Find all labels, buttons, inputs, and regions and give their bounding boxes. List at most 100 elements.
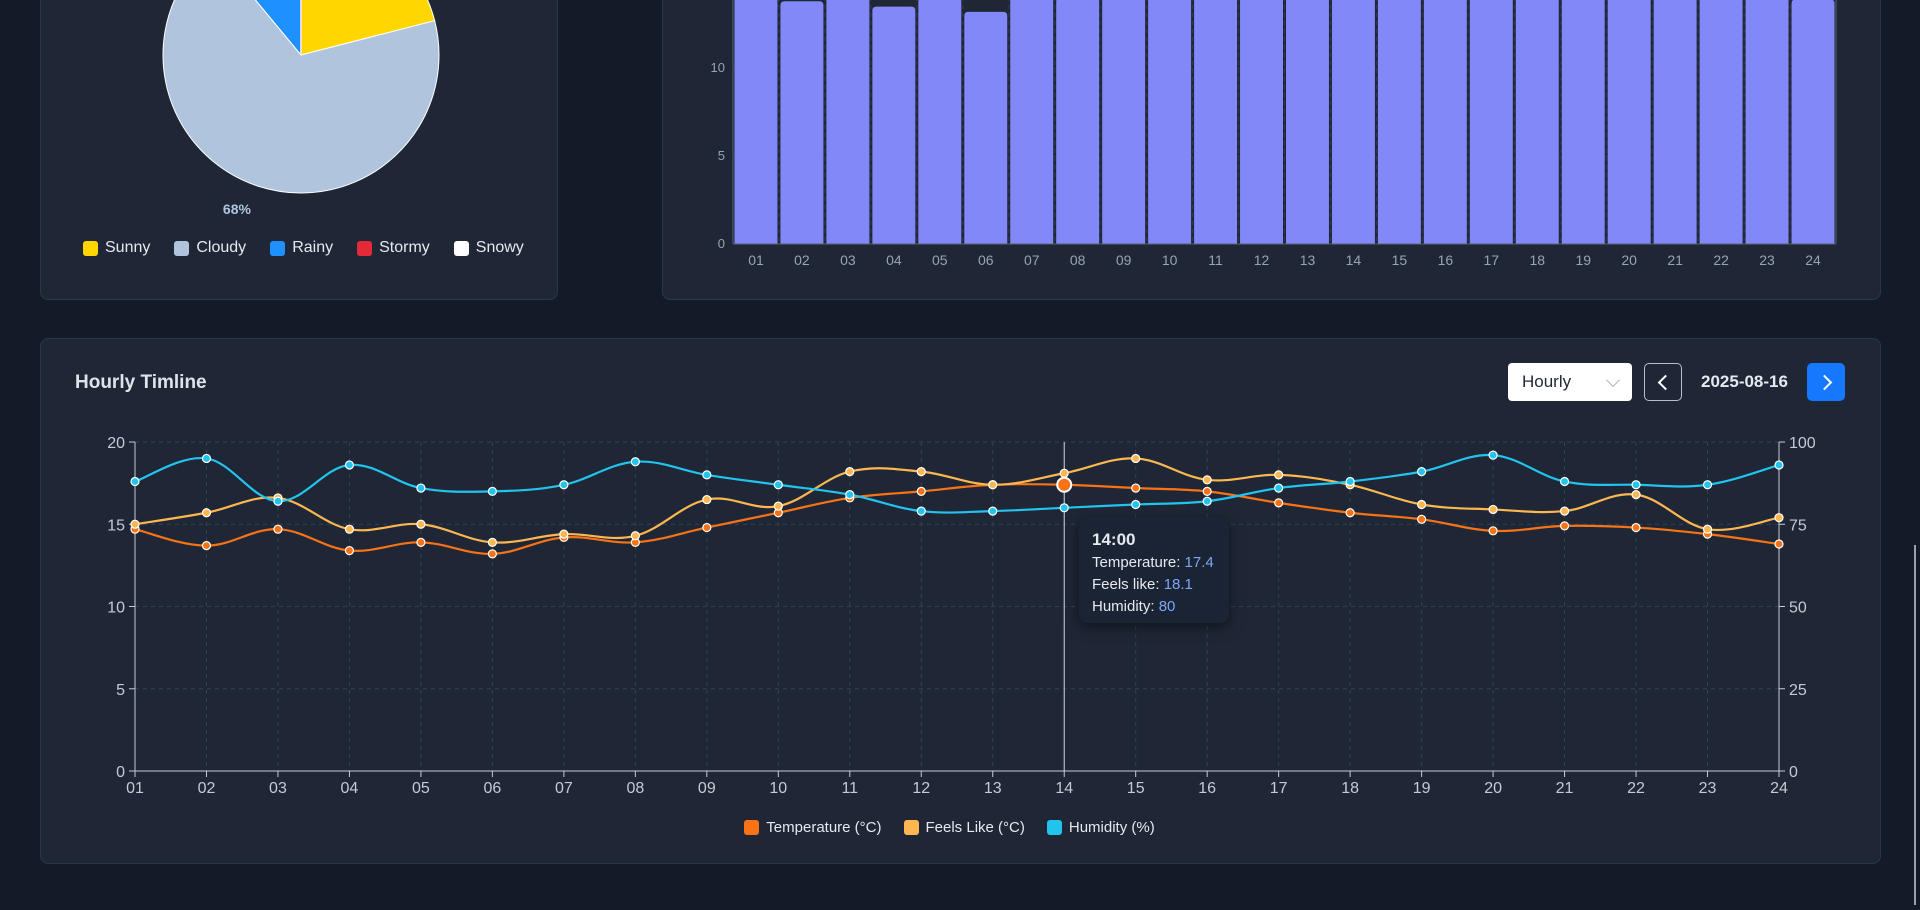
tooltip-label: Feels like: [1092, 576, 1160, 593]
bar-24 [1791, 0, 1835, 244]
series-point-feels [845, 467, 855, 477]
series-point-feels [487, 537, 497, 547]
y-right-tick: 0 [1789, 764, 1798, 781]
bar-14 [1331, 0, 1375, 244]
series-point-feels [559, 529, 569, 539]
series-point-feels [916, 467, 926, 477]
legend-item-cloudy[interactable]: Cloudy [174, 239, 246, 257]
legend-item-snowy[interactable]: Snowy [453, 239, 524, 257]
bar-13 [1286, 0, 1329, 244]
bar-x-tick: 11 [1208, 252, 1223, 268]
legend-label: Feels Like (°C) [925, 819, 1025, 836]
x-tick: 24 [1770, 780, 1788, 797]
x-tick: 04 [341, 780, 359, 797]
series-line-temperature [134, 482, 1780, 555]
legend-swatch [357, 240, 373, 256]
x-tick: 17 [1270, 780, 1288, 797]
series-point-humidity [773, 480, 783, 490]
line-chart-legend: Temperature (°C) Feels Like (°C) Humidit… [41, 819, 1880, 836]
series-point-temperature [1274, 498, 1284, 508]
y-right-tick: 75 [1789, 517, 1807, 534]
series-line-humidity [134, 454, 1780, 514]
series-point-feels [1202, 475, 1212, 485]
series-point-feels [1488, 504, 1498, 515]
series-point-feels [1702, 524, 1713, 534]
series-point-temperature [1774, 539, 1784, 549]
bar-21 [1653, 0, 1697, 244]
bar-04 [872, 6, 916, 244]
legend-item-temperature[interactable]: Temperature (°C) [744, 819, 882, 836]
bar-y-tick: 5 [718, 148, 725, 163]
bar-x-tick: 01 [748, 252, 764, 268]
x-tick: 11 [841, 780, 858, 797]
tooltip-row-temperature: Temperature: 17.4 [1092, 552, 1216, 574]
legend-label: Stormy [379, 239, 430, 256]
series-point-feels [1274, 470, 1284, 480]
series-point-humidity [1702, 480, 1713, 490]
series-point-humidity [416, 483, 426, 493]
legend-item-humidity[interactable]: Humidity (%) [1046, 819, 1155, 836]
bar-x-tick: 20 [1621, 252, 1637, 268]
x-tick: 02 [198, 780, 216, 797]
bar-x-tick: 24 [1805, 252, 1821, 268]
legend-label: Sunny [105, 239, 151, 256]
bar-09 [1102, 0, 1146, 244]
x-tick: 12 [912, 780, 930, 797]
x-tick: 15 [1127, 780, 1145, 797]
bar-10 [1148, 0, 1192, 244]
page-scrollbar[interactable] [1914, 545, 1916, 905]
bar-x-tick: 21 [1667, 252, 1683, 268]
x-tick: 14 [1055, 780, 1073, 797]
bar-12 [1240, 0, 1283, 244]
legend-item-sunny[interactable]: Sunny [83, 239, 150, 257]
series-point-feels [416, 519, 426, 529]
bar-15 [1377, 0, 1421, 244]
series-point-feels [630, 531, 640, 541]
legend-swatch [270, 240, 286, 256]
series-point-humidity [1131, 499, 1141, 510]
series-point-humidity [1488, 450, 1498, 460]
legend-item-stormy[interactable]: Stormy [357, 239, 430, 257]
series-point-temperature [1631, 522, 1641, 533]
legend-swatch [903, 820, 919, 835]
series-point-feels [201, 508, 212, 518]
legend-item-rainy[interactable]: Rainy [270, 239, 333, 257]
bar-x-tick: 15 [1392, 252, 1408, 268]
series-point-temperature [273, 524, 283, 534]
x-tick: 13 [984, 780, 1002, 797]
series-point-humidity [1774, 460, 1784, 470]
series-point-humidity [988, 506, 998, 516]
series-point-feels [1631, 490, 1641, 500]
series-point-humidity [1202, 496, 1212, 506]
bar-19 [1561, 0, 1605, 244]
series-point-humidity [630, 457, 640, 467]
x-tick: 19 [1413, 780, 1431, 797]
series-point-humidity [273, 496, 283, 506]
bar-06 [964, 11, 1008, 245]
bar-x-tick: 02 [794, 252, 810, 268]
legend-swatch [744, 820, 760, 835]
legend-item-feels-like[interactable]: Feels Like (°C) [903, 819, 1025, 836]
bar-07 [1010, 0, 1054, 244]
x-tick: 09 [698, 780, 716, 797]
bar-x-tick: 16 [1438, 252, 1454, 268]
bar-08 [1056, 0, 1100, 244]
series-point-feels [344, 524, 355, 534]
y-left-tick: 20 [107, 435, 125, 452]
bar-01 [734, 0, 778, 244]
series-point-feels [1417, 499, 1427, 510]
series-point-temperature [1417, 514, 1427, 524]
series-point-temperature [1345, 508, 1355, 518]
tooltip-value: 18.1 [1163, 576, 1193, 593]
bar-x-tick: 14 [1346, 252, 1362, 268]
legend-label: Humidity (%) [1068, 819, 1155, 836]
x-tick: 03 [269, 780, 287, 797]
x-tick: 06 [483, 780, 501, 797]
bar-x-tick: 12 [1254, 252, 1270, 268]
tooltip-value: 80 [1158, 598, 1176, 615]
series-point-humidity [702, 470, 712, 480]
hourly-bar-chart: 051001 02 03 04 05 06 07 08 09 10 11 12 13 14 15 16 17 18… [711, 0, 1837, 268]
series-point-humidity [201, 453, 212, 464]
bar-x-tick: 08 [1070, 252, 1086, 268]
legend-label: Snowy [475, 239, 524, 256]
